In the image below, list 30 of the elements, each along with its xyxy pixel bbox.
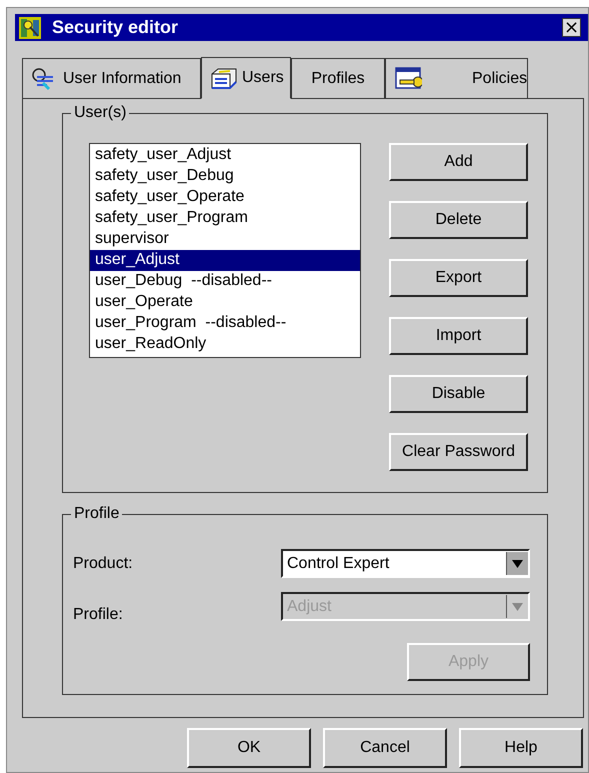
user-list-item[interactable]: safety_user_Operate xyxy=(90,187,360,208)
user-list-item[interactable]: user_Debug --disabled-- xyxy=(90,271,360,292)
user-list-item[interactable]: safety_user_Debug xyxy=(90,166,360,187)
dropdown[interactable]: Control Expert xyxy=(281,549,530,578)
tab[interactable]: Users xyxy=(201,57,291,99)
dialog-button[interactable]: OK xyxy=(187,728,311,768)
action-button[interactable]: Clear Password xyxy=(389,433,528,471)
field-label: Profile: xyxy=(73,606,124,624)
user-list-item[interactable]: safety_user_Adjust xyxy=(90,145,360,166)
action-button[interactable]: Delete xyxy=(389,201,528,239)
field-label: Product: xyxy=(73,554,134,572)
tab[interactable]: Profiles xyxy=(291,58,385,98)
user-list-item[interactable]: user_Adjust xyxy=(90,250,360,271)
group-label: User(s) xyxy=(73,104,128,122)
user-list-item[interactable]: user_Program --disabled-- xyxy=(90,313,360,334)
tab[interactable]: User Information xyxy=(22,58,201,98)
close-button[interactable]: × xyxy=(562,18,581,37)
user-list-item[interactable]: supervisor xyxy=(90,229,360,250)
dialog-button[interactable]: Help xyxy=(459,728,583,768)
user-list-item[interactable]: safety_user_Program xyxy=(90,208,360,229)
dialog-button[interactable]: Cancel xyxy=(323,728,447,768)
user-list-item[interactable]: user_Operate xyxy=(90,292,360,313)
action-button[interactable]: Import xyxy=(389,317,528,355)
action-button[interactable]: Export xyxy=(389,259,528,297)
group-label: Profile xyxy=(73,505,120,523)
user-list-item[interactable]: user_ReadOnly xyxy=(90,334,360,355)
window-title: Security editor xyxy=(52,17,180,38)
action-button[interactable]: Add xyxy=(389,143,528,181)
tab[interactable]: Policies xyxy=(385,58,528,98)
action-button[interactable]: Disable xyxy=(389,375,528,413)
